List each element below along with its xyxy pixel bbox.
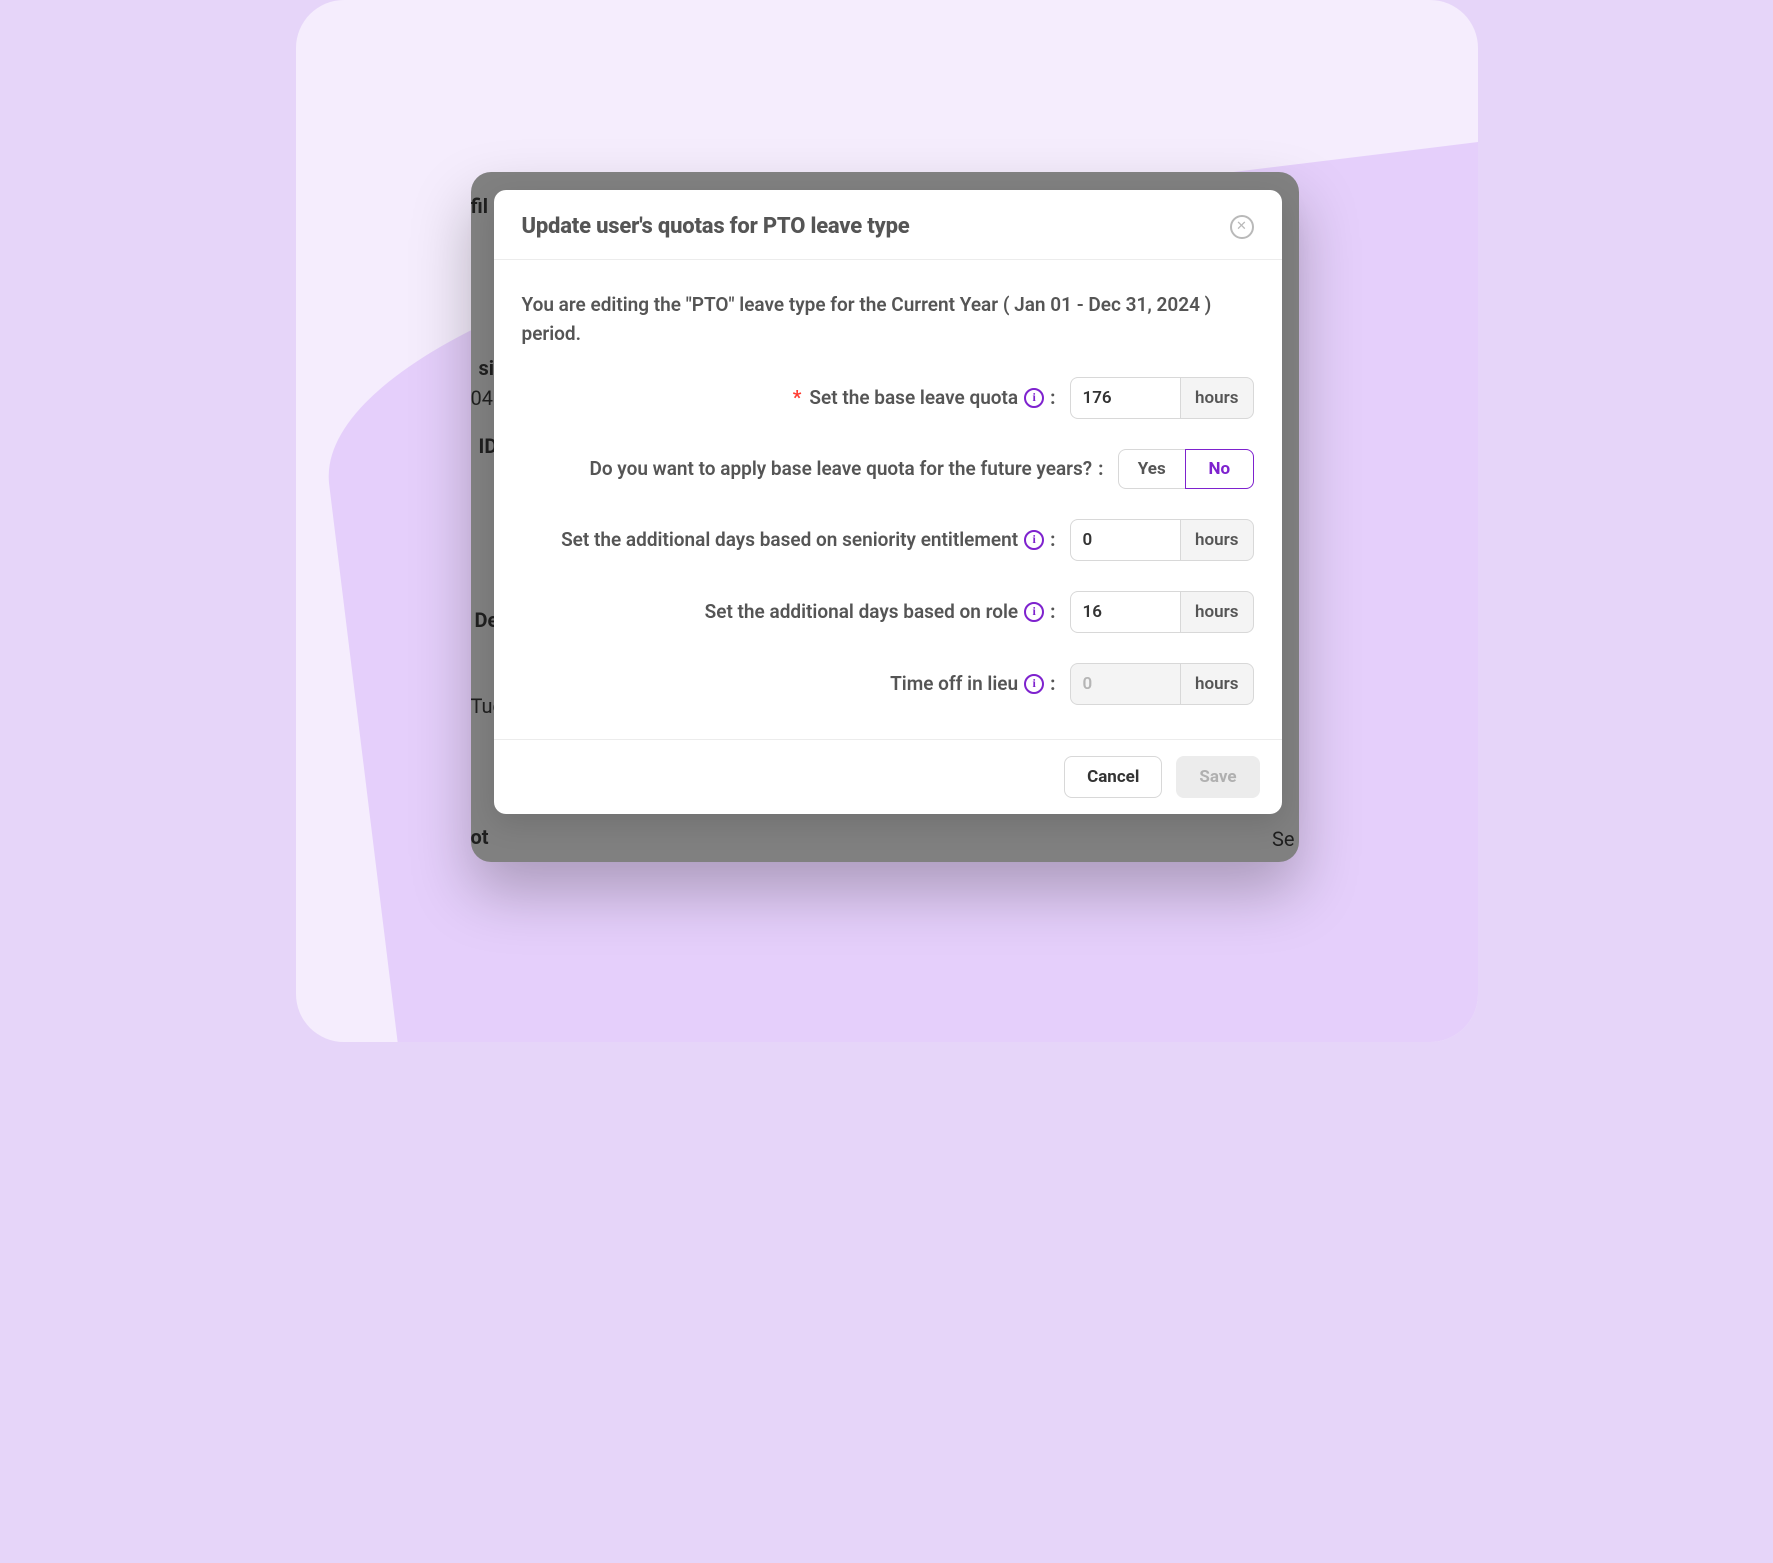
save-button[interactable]: Save [1176,756,1259,798]
colon: : [1050,528,1055,551]
backdrop-text: fil [471,194,489,218]
colon: : [1050,386,1055,409]
colon: : [1050,672,1055,695]
future-years-no-button[interactable]: No [1185,449,1254,489]
required-star: * [793,386,802,409]
backdrop-text: 04 [471,386,493,410]
modal-body: You are editing the "PTO" leave type for… [494,260,1282,739]
toil-field: hours [1070,663,1254,705]
label-text: Set the additional days based on role [705,600,1019,623]
update-quota-modal: Update user's quotas for PTO leave type … [494,190,1282,814]
row-role: Set the additional days based on role i … [522,591,1254,633]
label-seniority: Set the additional days based on seniori… [561,528,1055,551]
label-text: Time off in lieu [890,672,1018,695]
backdrop-text: si [479,356,495,380]
modal-header: Update user's quotas for PTO leave type … [494,190,1282,260]
role-input[interactable] [1070,591,1181,633]
future-years-segmented: Yes No [1118,449,1254,489]
unit-label: hours [1180,663,1253,705]
backdrop-text: ot [471,825,489,849]
base-quota-input[interactable] [1070,377,1181,419]
role-field: hours [1070,591,1254,633]
modal-title: Update user's quotas for PTO leave type [522,214,910,239]
backdrop-text: Se [1272,827,1294,851]
future-years-yes-button[interactable]: Yes [1118,449,1186,489]
colon: : [1050,600,1055,623]
info-icon[interactable]: i [1024,602,1044,622]
label-text: Do you want to apply base leave quota fo… [589,457,1092,480]
label-toil: Time off in lieu i : [890,672,1055,695]
cancel-button[interactable]: Cancel [1064,756,1162,798]
unit-label: hours [1180,377,1253,419]
info-icon[interactable]: i [1024,388,1044,408]
row-future-years: Do you want to apply base leave quota fo… [522,449,1254,489]
info-icon[interactable]: i [1024,674,1044,694]
row-toil: Time off in lieu i : hours [522,663,1254,705]
label-role: Set the additional days based on role i … [705,600,1056,623]
seniority-field: hours [1070,519,1254,561]
unit-label: hours [1180,591,1253,633]
label-text: Set the additional days based on seniori… [561,528,1018,551]
row-base-quota: * Set the base leave quota i : hours [522,377,1254,419]
close-icon[interactable]: ✕ [1230,215,1254,239]
modal-intro-text: You are editing the "PTO" leave type for… [522,290,1254,349]
label-base-quota: * Set the base leave quota i : [793,386,1056,409]
label-future-years: Do you want to apply base leave quota fo… [589,457,1103,480]
info-icon[interactable]: i [1024,530,1044,550]
seniority-input[interactable] [1070,519,1181,561]
colon: : [1098,457,1103,480]
label-text: Set the base leave quota [809,386,1018,409]
base-quota-field: hours [1070,377,1254,419]
toil-input [1070,663,1181,705]
unit-label: hours [1180,519,1253,561]
row-seniority: Set the additional days based on seniori… [522,519,1254,561]
modal-footer: Cancel Save [494,739,1282,814]
